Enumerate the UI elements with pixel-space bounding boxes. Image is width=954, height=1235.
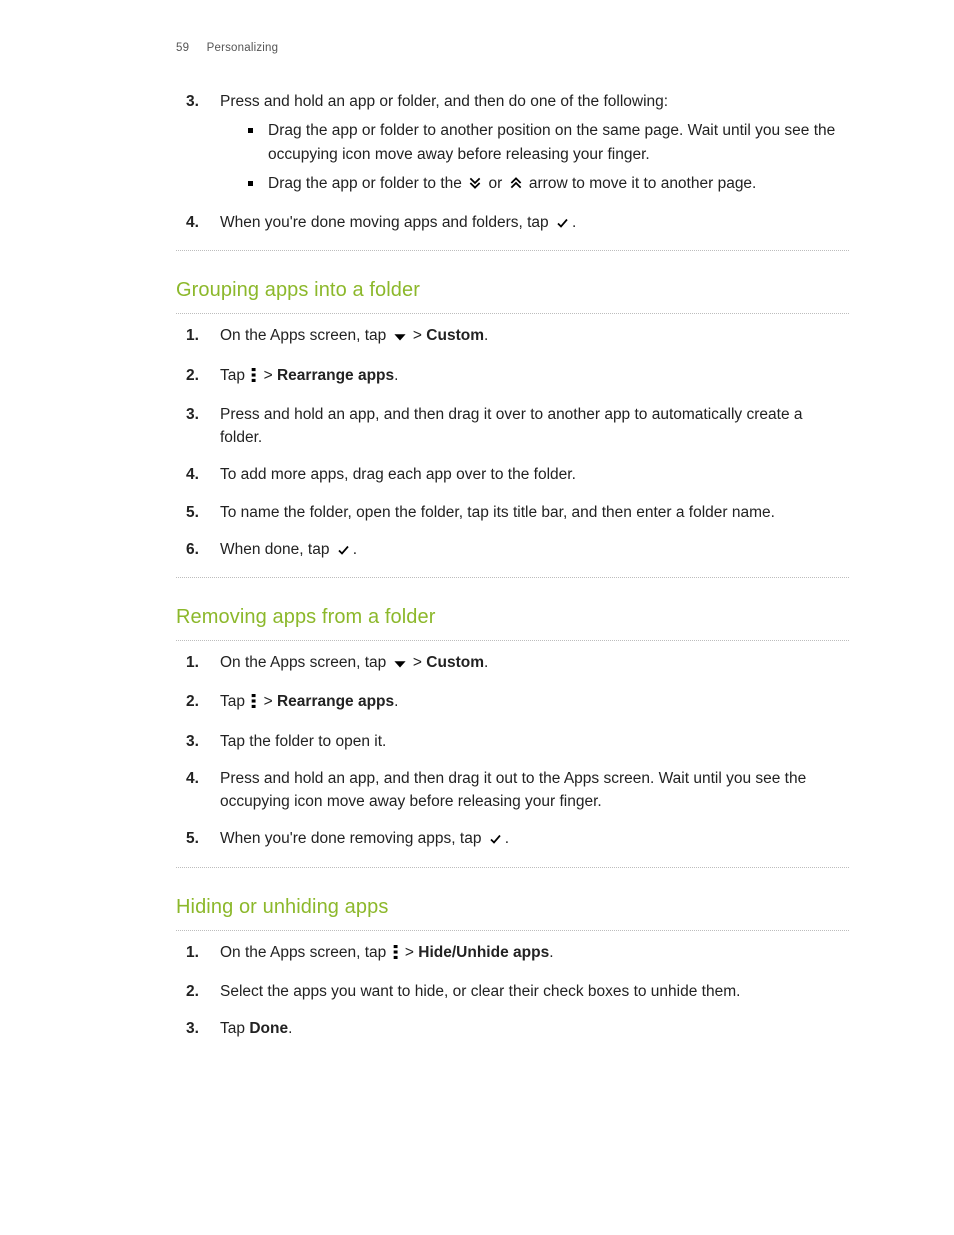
- step-number: 4.: [186, 211, 199, 234]
- step-4: 4. Press and hold an app, and then drag …: [176, 767, 849, 814]
- heading-removing: Removing apps from a folder: [176, 602, 849, 632]
- step-3: 3. Tap Done.: [176, 1017, 849, 1040]
- chapter-title: Personalizing: [207, 42, 279, 54]
- intro-steps: 3. Press and hold an app or folder, and …: [176, 90, 849, 236]
- step-2: 2. Tap > Rearrange apps.: [176, 690, 849, 715]
- heading-hiding: Hiding or unhiding apps: [176, 892, 849, 922]
- heading-grouping: Grouping apps into a folder: [176, 275, 849, 305]
- label-custom: Custom: [426, 327, 484, 344]
- step-4: 4. To add more apps, drag each app over …: [176, 463, 849, 486]
- step-1: 1. On the Apps screen, tap > Custom.: [176, 324, 849, 349]
- label-custom: Custom: [426, 654, 484, 671]
- step-3: 3. Press and hold an app, and then drag …: [176, 403, 849, 450]
- overflow-menu-icon: [393, 943, 399, 966]
- step-5: 5. When you're done removing apps, tap .: [176, 827, 849, 852]
- overflow-menu-icon: [251, 692, 257, 715]
- page-number: 59: [176, 42, 189, 54]
- label-rearrange: Rearrange apps: [277, 367, 394, 384]
- document-page: 59 Personalizing 3. Press and hold an ap…: [0, 0, 954, 1235]
- page-content: 3. Press and hold an app or folder, and …: [176, 40, 849, 1040]
- bullet-2: Drag the app or folder to the or arrow t…: [242, 172, 849, 197]
- step-text: Press and hold an app or folder, and the…: [220, 93, 668, 110]
- grouping-steps: 1. On the Apps screen, tap > Custom. 2. …: [176, 324, 849, 563]
- step-3: 3. Tap the folder to open it.: [176, 730, 849, 753]
- label-hide-unhide: Hide/Unhide apps: [418, 944, 549, 961]
- double-chevron-down-icon: [468, 174, 482, 197]
- label-rearrange: Rearrange apps: [277, 693, 394, 710]
- check-icon: [488, 829, 503, 852]
- step-5: 5. To name the folder, open the folder, …: [176, 501, 849, 524]
- check-icon: [555, 213, 570, 236]
- removing-steps: 1. On the Apps screen, tap > Custom. 2. …: [176, 651, 849, 853]
- step-number: 3.: [186, 90, 199, 113]
- check-icon: [336, 540, 351, 563]
- page-header: 59 Personalizing: [176, 40, 278, 57]
- double-chevron-up-icon: [509, 174, 523, 197]
- step-2: 2. Tap > Rearrange apps.: [176, 364, 849, 389]
- bullet-1: Drag the app or folder to another positi…: [242, 119, 849, 166]
- dropdown-triangle-icon: [393, 326, 407, 349]
- label-done: Done: [249, 1020, 288, 1037]
- step-2: 2. Select the apps you want to hide, or …: [176, 980, 849, 1003]
- overflow-menu-icon: [251, 366, 257, 389]
- step-3: 3. Press and hold an app or folder, and …: [176, 90, 849, 197]
- step-1: 1. On the Apps screen, tap > Custom.: [176, 651, 849, 676]
- hiding-steps: 1. On the Apps screen, tap > Hide/Unhide…: [176, 941, 849, 1041]
- step-1: 1. On the Apps screen, tap > Hide/Unhide…: [176, 941, 849, 966]
- step-6: 6. When done, tap .: [176, 538, 849, 563]
- dropdown-triangle-icon: [393, 653, 407, 676]
- sub-bullets: Drag the app or folder to another positi…: [242, 119, 849, 197]
- step-4: 4. When you're done moving apps and fold…: [176, 211, 849, 236]
